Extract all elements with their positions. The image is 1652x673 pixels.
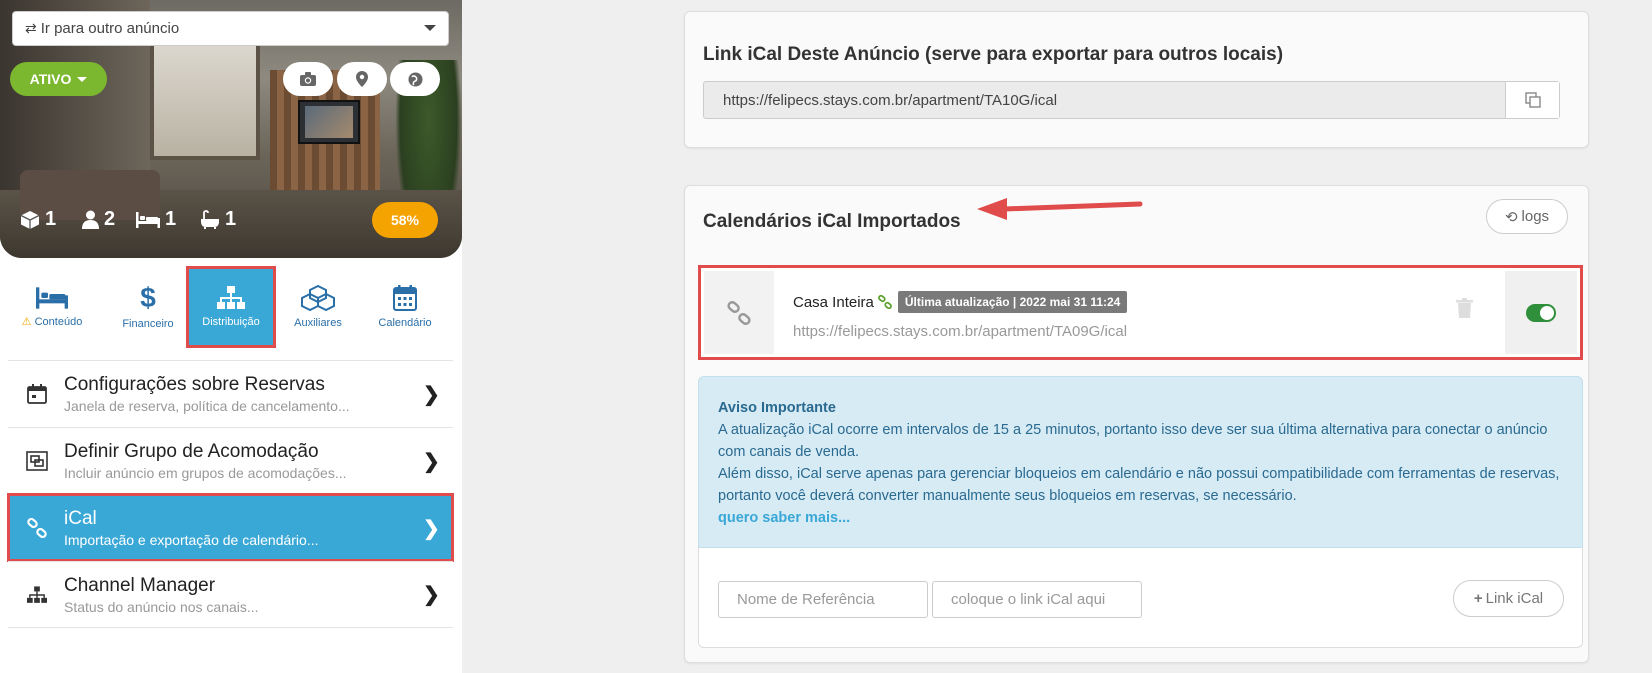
menu-item-subtitle: Janela de reserva, política de cancelame…	[64, 398, 350, 414]
chevron-right-icon: ❯	[423, 383, 440, 406]
completion-badge: 58%	[372, 202, 438, 238]
export-url-value: https://felipecs.stays.com.br/apartment/…	[723, 91, 1058, 109]
ical-item-header: Casa Inteira Última atualização | 2022 m…	[793, 291, 1128, 313]
calendar-icon	[393, 285, 417, 311]
guests-stat: 2	[82, 208, 115, 231]
chevron-right-icon: ❯	[423, 517, 440, 540]
guests-count: 2	[104, 208, 116, 230]
tab-conteudo[interactable]: ⚠ Conteúdo	[9, 268, 95, 346]
learn-more-link[interactable]: quero saber mais...	[718, 507, 1563, 529]
sitemap-icon	[217, 286, 245, 309]
ical-item-name: Casa Inteira	[793, 293, 874, 311]
chevron-right-icon: ❯	[423, 584, 440, 606]
notice-paragraph-2: Além disso, iCal serve apenas para geren…	[718, 466, 1560, 504]
menu-item-grupo[interactable]: Definir Grupo de Acomodação Incluir anún…	[8, 427, 453, 494]
tab-label: Financeiro	[122, 318, 174, 330]
reference-name-input[interactable]	[718, 581, 928, 618]
user-icon	[82, 210, 99, 229]
listing-selector-label: Ir para outro anúncio	[40, 20, 180, 37]
baths-count: 1	[225, 208, 237, 230]
menu-item-title: iCal	[64, 508, 97, 529]
logs-button[interactable]: ⟲ logs	[1486, 199, 1568, 234]
menu-item-channel-manager[interactable]: Channel Manager Status do anúncio nos ca…	[8, 561, 453, 628]
link-icon	[26, 517, 48, 539]
notice-title: Aviso Importante	[718, 400, 836, 416]
ical-export-card: Link iCal Deste Anúncio (serve para expo…	[684, 11, 1589, 148]
link-icon	[704, 271, 774, 354]
sitemap-icon	[26, 584, 48, 606]
ical-import-card: Calendários iCal Importados ⟲ logs Casa …	[684, 185, 1589, 663]
chevron-right-icon: ❯	[423, 450, 440, 473]
beds-count: 1	[165, 208, 177, 230]
listing-selector[interactable]: ⇄ Ir para outro anúncio	[12, 11, 449, 46]
tab-financeiro[interactable]: $ Financeiro	[105, 268, 191, 346]
add-ical-button[interactable]: + Link iCal	[1453, 580, 1564, 617]
tab-label: Calendário	[378, 317, 432, 329]
cube-icon	[20, 210, 40, 229]
add-ical-label: Link iCal	[1485, 590, 1544, 607]
tab-auxiliares[interactable]: Auxiliares	[275, 268, 361, 346]
tab-label: Distribuição	[202, 316, 260, 328]
settings-menu: Configurações sobre Reservas Janela de r…	[7, 360, 454, 628]
export-card-title: Link iCal Deste Anúncio (serve para expo…	[703, 44, 1284, 65]
map-marker-icon	[356, 71, 368, 87]
warning-icon: ⚠	[21, 315, 32, 328]
notice-paragraph-1: A atualização iCal ocorre em intervalos …	[718, 422, 1548, 460]
calendar-check-icon	[26, 383, 48, 405]
ical-item-toggle-cell	[1505, 271, 1577, 354]
photos-button[interactable]	[283, 62, 333, 96]
history-icon: ⟲	[1504, 208, 1518, 226]
tab-label: Conteúdo	[34, 315, 83, 328]
rooms-stat: 1	[20, 208, 56, 231]
copy-button[interactable]	[1505, 82, 1559, 118]
ical-url-input[interactable]	[932, 581, 1142, 618]
menu-item-subtitle: Importação e exportação de calendário...	[64, 532, 319, 548]
bath-icon	[201, 210, 219, 229]
status-label: ATIVO	[29, 71, 72, 87]
link-icon	[877, 295, 892, 309]
annotation-arrow-icon	[977, 198, 1143, 220]
menu-item-ical[interactable]: iCal Importação e exportação de calendár…	[7, 493, 454, 562]
status-dropdown-button[interactable]: ATIVO	[10, 62, 107, 96]
website-button[interactable]	[390, 62, 440, 96]
rooms-count: 1	[45, 208, 57, 230]
baths-stat: 1	[200, 208, 236, 231]
logs-label: logs	[1521, 208, 1550, 225]
group-icon	[26, 450, 48, 472]
tab-distribuicao[interactable]: Distribuição	[186, 266, 276, 348]
swap-icon: ⇄	[25, 20, 37, 36]
menu-item-reservas[interactable]: Configurações sobre Reservas Janela de r…	[8, 360, 453, 427]
menu-item-title: Configurações sobre Reservas	[64, 374, 325, 395]
copy-icon	[1524, 92, 1541, 108]
menu-item-title: Definir Grupo de Acomodação	[64, 441, 319, 462]
menu-item-title: Channel Manager	[64, 574, 216, 596]
tab-label: Auxiliares	[294, 317, 342, 329]
location-button[interactable]	[337, 62, 387, 96]
bed-icon	[136, 211, 160, 228]
last-update-badge: Última atualização | 2022 mai 31 11:24	[897, 291, 1128, 313]
plus-icon: +	[1473, 590, 1483, 607]
dollar-icon: $	[140, 282, 156, 313]
add-ical-form: + Link iCal	[698, 548, 1583, 648]
ical-imported-item: Casa Inteira Última atualização | 2022 m…	[698, 265, 1583, 360]
globe-icon	[407, 71, 423, 87]
bed-icon	[36, 286, 68, 309]
ical-item-url: https://felipecs.stays.com.br/apartment/…	[793, 323, 1128, 340]
export-url-field[interactable]: https://felipecs.stays.com.br/apartment/…	[703, 81, 1560, 119]
caret-down-icon	[424, 25, 436, 31]
sidebar: ⇄ Ir para outro anúncio ATIVO 1 2 1 1 58…	[0, 0, 462, 673]
caret-down-icon	[77, 76, 88, 82]
ical-enabled-toggle[interactable]	[1526, 303, 1556, 322]
menu-item-subtitle: Incluir anúncio em grupos de acomodações…	[64, 465, 347, 481]
menu-item-subtitle: Status do anúncio nos canais...	[64, 598, 259, 615]
camera-icon	[300, 72, 316, 86]
delete-button[interactable]	[1456, 298, 1473, 323]
section-tabs: ⚠ Conteúdo $ Financeiro Distribuição Aux…	[8, 266, 453, 352]
cubes-icon	[301, 285, 335, 311]
tab-calendario[interactable]: Calendário	[362, 268, 448, 346]
beds-stat: 1	[136, 208, 176, 231]
import-card-title: Calendários iCal Importados	[703, 211, 961, 232]
trash-icon	[1456, 298, 1473, 318]
important-notice: Aviso Importante A atualização iCal ocor…	[698, 376, 1583, 548]
